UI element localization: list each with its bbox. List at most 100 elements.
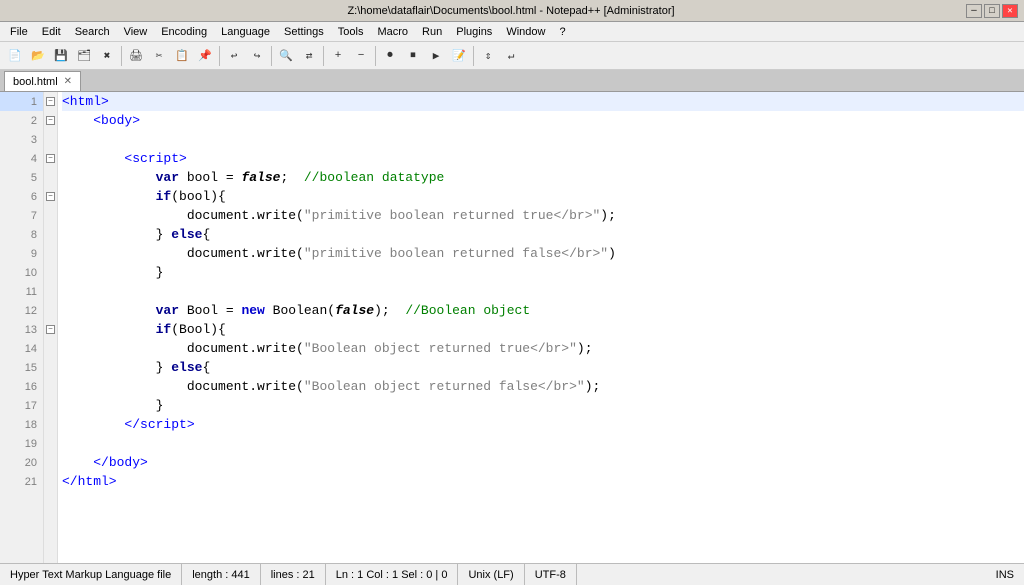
status-filetype: Hyper Text Markup Language file: [0, 564, 182, 585]
code-line-17: }: [62, 396, 1024, 415]
line-number-15: 15: [0, 358, 43, 377]
code-line-21: </html>: [62, 472, 1024, 491]
window-title: Z:\home\dataflair\Documents\bool.html - …: [56, 5, 966, 17]
close-button-tb[interactable]: ✖: [96, 45, 118, 67]
macro-rec-button[interactable]: ⏺: [379, 45, 401, 67]
code-line-6: if(bool){: [62, 187, 1024, 206]
fold-row-19: [44, 434, 57, 453]
code-line-3: [62, 130, 1024, 149]
code-line-16: document.write("Boolean object returned …: [62, 377, 1024, 396]
tab-close-icon[interactable]: ✕: [64, 76, 72, 87]
code-line-15: } else{: [62, 358, 1024, 377]
status-encoding: UTF-8: [525, 564, 577, 585]
menu-view[interactable]: View: [118, 24, 154, 40]
code-area[interactable]: <html> <body> <script> var bool = false;…: [58, 92, 1024, 563]
copy-button[interactable]: 📋: [171, 45, 193, 67]
line-number-9: 9: [0, 244, 43, 263]
menu-language[interactable]: Language: [215, 24, 276, 40]
line-number-10: 10: [0, 263, 43, 282]
fold-row-2: −: [44, 111, 57, 130]
zoom-out-button[interactable]: −: [350, 45, 372, 67]
menu-encoding[interactable]: Encoding: [155, 24, 213, 40]
tab-bool-html[interactable]: bool.html ✕: [4, 71, 81, 91]
code-line-12: var Bool = new Boolean(false); //Boolean…: [62, 301, 1024, 320]
line-number-13: 13: [0, 320, 43, 339]
separator-3: [271, 46, 272, 66]
code-line-11: [62, 282, 1024, 301]
code-line-20: </body>: [62, 453, 1024, 472]
fold-row-21: [44, 472, 57, 491]
cut-button[interactable]: ✂: [148, 45, 170, 67]
fold-row-4: −: [44, 149, 57, 168]
fold-row-6: −: [44, 187, 57, 206]
menu-tools[interactable]: Tools: [332, 24, 370, 40]
line-number-14: 14: [0, 339, 43, 358]
print-button[interactable]: 🖨: [125, 45, 147, 67]
window-controls[interactable]: ─ □ ✕: [966, 4, 1018, 18]
fold-row-16: [44, 377, 57, 396]
tab-bar: bool.html ✕: [0, 70, 1024, 92]
paste-button[interactable]: 📌: [194, 45, 216, 67]
fold-row-11: [44, 282, 57, 301]
menu-settings[interactable]: Settings: [278, 24, 330, 40]
macro-stop-button[interactable]: ⏹: [402, 45, 424, 67]
separator-2: [219, 46, 220, 66]
new-button[interactable]: 📄: [4, 45, 26, 67]
fold-row-10: [44, 263, 57, 282]
fold-icon-4[interactable]: −: [46, 154, 55, 163]
code-line-7: document.write("primitive boolean return…: [62, 206, 1024, 225]
undo-button[interactable]: ↩: [223, 45, 245, 67]
code-line-8: } else{: [62, 225, 1024, 244]
fold-row-18: [44, 415, 57, 434]
sync-scroll-button[interactable]: ⇕: [477, 45, 499, 67]
code-line-2: <body>: [62, 111, 1024, 130]
macro-save-button[interactable]: 📝: [448, 45, 470, 67]
menu-search[interactable]: Search: [69, 24, 116, 40]
status-mode: INS: [986, 564, 1024, 585]
save-button[interactable]: 💾: [50, 45, 72, 67]
code-line-5: var bool = false; //boolean datatype: [62, 168, 1024, 187]
menu-run[interactable]: Run: [416, 24, 448, 40]
menu-file[interactable]: File: [4, 24, 34, 40]
menu-help[interactable]: ?: [553, 24, 571, 40]
close-button[interactable]: ✕: [1002, 4, 1018, 18]
fold-margin: − − − − −: [44, 92, 58, 563]
fold-icon-2[interactable]: −: [46, 116, 55, 125]
line-number-20: 20: [0, 453, 43, 472]
line-number-21: 21: [0, 472, 43, 491]
fold-row-13: −: [44, 320, 57, 339]
menu-window[interactable]: Window: [500, 24, 551, 40]
fold-row-12: [44, 301, 57, 320]
minimize-button[interactable]: ─: [966, 4, 982, 18]
line-number-6: 6: [0, 187, 43, 206]
redo-button[interactable]: ↪: [246, 45, 268, 67]
fold-row-9: [44, 244, 57, 263]
status-position: Ln : 1 Col : 1 Sel : 0 | 0: [326, 564, 459, 585]
replace-button[interactable]: ⇄: [298, 45, 320, 67]
separator-6: [473, 46, 474, 66]
fold-row-5: [44, 168, 57, 187]
fold-icon-6[interactable]: −: [46, 192, 55, 201]
status-length: length : 441: [182, 564, 261, 585]
menu-macro[interactable]: Macro: [371, 24, 414, 40]
fold-icon-13[interactable]: −: [46, 325, 55, 334]
maximize-button[interactable]: □: [984, 4, 1000, 18]
save-all-button[interactable]: 🗂: [73, 45, 95, 67]
fold-row-20: [44, 453, 57, 472]
menu-plugins[interactable]: Plugins: [450, 24, 498, 40]
find-button[interactable]: 🔍: [275, 45, 297, 67]
line-number-4: 4: [0, 149, 43, 168]
macro-play-button[interactable]: ▶: [425, 45, 447, 67]
zoom-in-button[interactable]: +: [327, 45, 349, 67]
line-number-16: 16: [0, 377, 43, 396]
line-number-5: 5: [0, 168, 43, 187]
open-button[interactable]: 📂: [27, 45, 49, 67]
code-line-19: [62, 434, 1024, 453]
menu-edit[interactable]: Edit: [36, 24, 67, 40]
fold-row-17: [44, 396, 57, 415]
word-wrap-button[interactable]: ↵: [500, 45, 522, 67]
fold-icon-1[interactable]: −: [46, 97, 55, 106]
separator-4: [323, 46, 324, 66]
fold-row-8: [44, 225, 57, 244]
code-line-10: }: [62, 263, 1024, 282]
